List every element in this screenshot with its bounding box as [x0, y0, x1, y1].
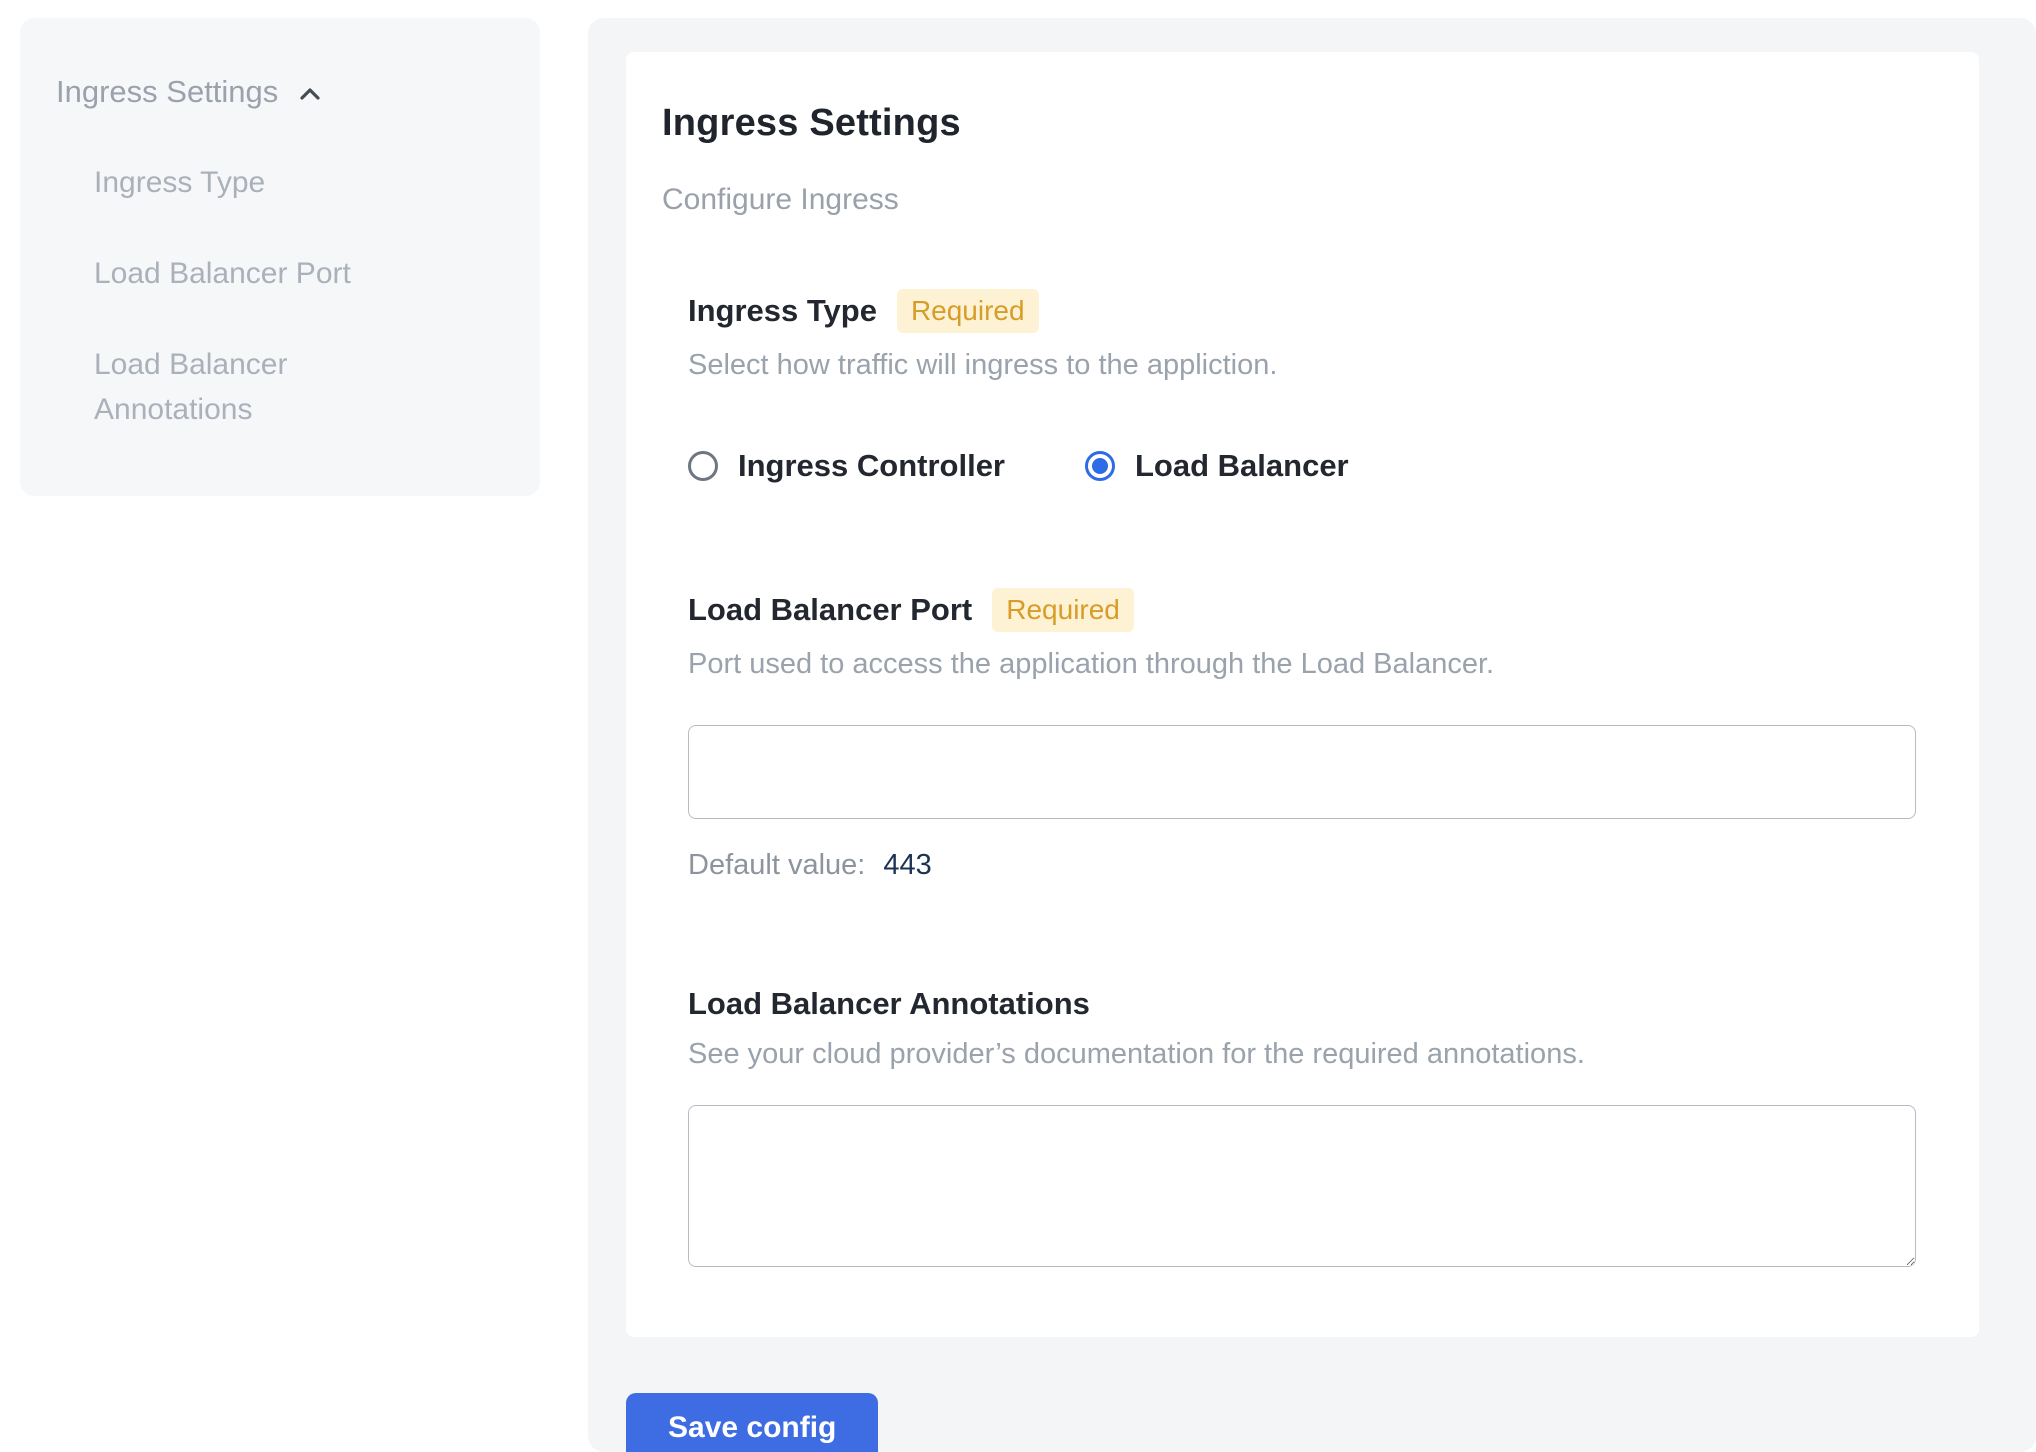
sidebar-section-ingress-settings[interactable]: Ingress Settings: [56, 74, 500, 110]
field-load-balancer-annotations: Load Balancer Annotations See your cloud…: [688, 986, 1915, 1267]
fields-container: Ingress Type Required Select how traffic…: [688, 289, 1915, 1267]
sidebar-section-label: Ingress Settings: [56, 74, 278, 110]
sidebar-item-ingress-type[interactable]: Ingress Type: [94, 160, 424, 205]
radio-unselected-icon[interactable]: [688, 451, 718, 481]
settings-sidebar: Ingress Settings Ingress Type Load Balan…: [20, 18, 540, 496]
field-load-balancer-annotations-label-row: Load Balancer Annotations: [688, 986, 1915, 1022]
radio-option-ingress-controller[interactable]: Ingress Controller: [688, 448, 1005, 484]
page-subtitle: Configure Ingress: [662, 183, 1915, 217]
page-title: Ingress Settings: [662, 102, 1915, 145]
field-load-balancer-port-label: Load Balancer Port: [688, 592, 972, 628]
sidebar-item-load-balancer-annotations[interactable]: Load Balancer Annotations: [94, 342, 424, 432]
default-value-label: Default value:: [688, 849, 865, 881]
field-ingress-type-label-row: Ingress Type Required: [688, 289, 1915, 333]
load-balancer-port-input[interactable]: [688, 725, 1916, 819]
sidebar-item-load-balancer-port[interactable]: Load Balancer Port: [94, 251, 424, 296]
sidebar-item-list: Ingress Type Load Balancer Port Load Bal…: [94, 160, 500, 432]
required-badge: Required: [897, 289, 1039, 333]
chevron-up-icon: [294, 78, 326, 110]
load-balancer-annotations-textarea[interactable]: [688, 1105, 1916, 1267]
field-load-balancer-port-label-row: Load Balancer Port Required: [688, 588, 1915, 632]
field-load-balancer-port: Load Balancer Port Required Port used to…: [688, 588, 1915, 882]
main-panel: Ingress Settings Configure Ingress Ingre…: [588, 18, 2036, 1452]
field-ingress-type: Ingress Type Required Select how traffic…: [688, 289, 1915, 484]
field-ingress-type-description: Select how traffic will ingress to the a…: [688, 349, 1915, 382]
field-load-balancer-annotations-description: See your cloud provider’s documentation …: [688, 1038, 1915, 1071]
radio-selected-icon[interactable]: [1085, 451, 1115, 481]
field-load-balancer-annotations-label: Load Balancer Annotations: [688, 986, 1090, 1022]
radio-label-load-balancer: Load Balancer: [1135, 448, 1349, 484]
required-badge: Required: [992, 588, 1134, 632]
default-value-line: Default value: 443: [688, 849, 1915, 882]
radio-label-ingress-controller: Ingress Controller: [738, 448, 1005, 484]
ingress-type-radio-group: Ingress Controller Load Balancer: [688, 448, 1915, 484]
ingress-settings-card: Ingress Settings Configure Ingress Ingre…: [626, 52, 1979, 1337]
field-load-balancer-port-description: Port used to access the application thro…: [688, 648, 1915, 681]
save-config-button[interactable]: Save config: [626, 1393, 878, 1452]
default-value-number: 443: [883, 849, 931, 881]
field-ingress-type-label: Ingress Type: [688, 293, 877, 329]
radio-option-load-balancer[interactable]: Load Balancer: [1085, 448, 1349, 484]
